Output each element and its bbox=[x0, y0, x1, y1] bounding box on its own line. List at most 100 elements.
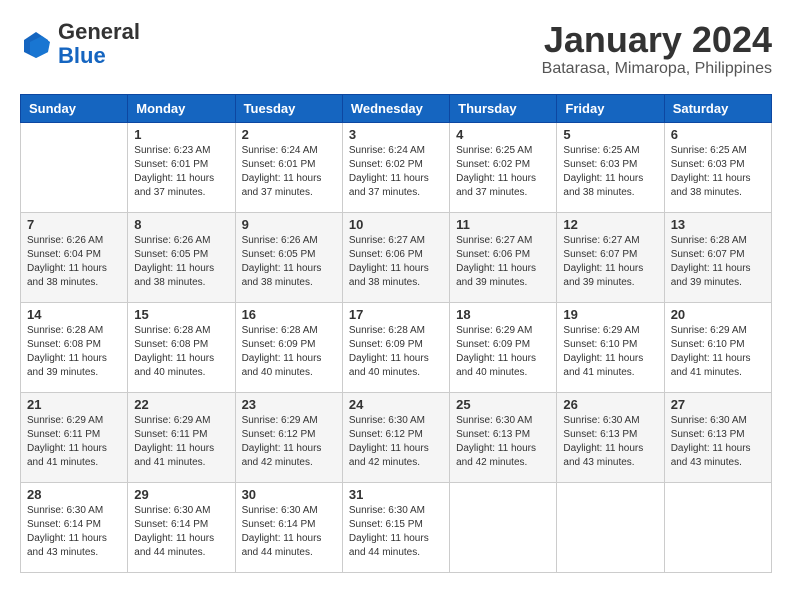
day-detail: Sunrise: 6:30 AMSunset: 6:14 PMDaylight:… bbox=[27, 504, 121, 560]
day-detail: Sunrise: 6:30 AMSunset: 6:13 PMDaylight:… bbox=[563, 414, 657, 470]
day-cell: 27Sunrise: 6:30 AMSunset: 6:13 PMDayligh… bbox=[664, 392, 771, 482]
day-number: 30 bbox=[242, 487, 336, 502]
day-detail: Sunrise: 6:29 AMSunset: 6:10 PMDaylight:… bbox=[671, 324, 765, 380]
day-cell bbox=[557, 482, 664, 572]
day-detail: Sunrise: 6:28 AMSunset: 6:09 PMDaylight:… bbox=[242, 324, 336, 380]
day-cell: 12Sunrise: 6:27 AMSunset: 6:07 PMDayligh… bbox=[557, 212, 664, 302]
day-cell: 9Sunrise: 6:26 AMSunset: 6:05 PMDaylight… bbox=[235, 212, 342, 302]
calendar-table: SundayMondayTuesdayWednesdayThursdayFrid… bbox=[20, 94, 772, 573]
week-row-2: 14 Sunrise: 6:28 AMSunset: 6:08 PMDayligh… bbox=[21, 302, 772, 392]
day-number: 20 bbox=[671, 307, 765, 322]
day-detail: Sunrise: 6:30 AMSunset: 6:14 PMDaylight:… bbox=[134, 504, 228, 560]
day-detail: Sunrise: 6:30 AMSunset: 6:14 PMDaylight:… bbox=[242, 504, 336, 560]
page-header: General Blue January 2024 Batarasa, Mima… bbox=[20, 20, 772, 78]
week-row-3: 21 Sunrise: 6:29 AMSunset: 6:11 PMDayligh… bbox=[21, 392, 772, 482]
day-detail: Sunrise: 6:30 AMSunset: 6:15 PMDaylight:… bbox=[349, 504, 443, 560]
week-row-4: 28Sunrise: 6:30 AMSunset: 6:14 PMDayligh… bbox=[21, 482, 772, 572]
day-cell: 28Sunrise: 6:30 AMSunset: 6:14 PMDayligh… bbox=[21, 482, 128, 572]
day-detail: Sunrise: 6:29 AMSunset: 6:12 PMDaylight:… bbox=[242, 414, 336, 470]
day-cell: 22Sunrise: 6:29 AMSunset: 6:11 PMDayligh… bbox=[128, 392, 235, 482]
header-wednesday: Wednesday bbox=[342, 94, 449, 122]
location: Batarasa, Mimaropa, Philippines bbox=[542, 60, 772, 78]
week-row-0: 1Sunrise: 6:23 AMSunset: 6:01 PMDaylight… bbox=[21, 122, 772, 212]
header-row: SundayMondayTuesdayWednesdayThursdayFrid… bbox=[21, 94, 772, 122]
day-number: 25 bbox=[456, 397, 550, 412]
day-detail: Sunrise: 6:29 AMSunset: 6:10 PMDaylight:… bbox=[563, 324, 657, 380]
day-cell: 29 Sunrise: 6:30 AMSunset: 6:14 PMDayligh… bbox=[128, 482, 235, 572]
day-number: 11 bbox=[456, 217, 550, 232]
day-cell: 25 Sunrise: 6:30 AMSunset: 6:13 PMDayligh… bbox=[450, 392, 557, 482]
day-number: 26 bbox=[563, 397, 657, 412]
day-number: 13 bbox=[671, 217, 765, 232]
logo: General Blue bbox=[20, 20, 140, 68]
day-number: 27 bbox=[671, 397, 765, 412]
day-detail: Sunrise: 6:28 AMSunset: 6:08 PMDaylight:… bbox=[134, 324, 228, 380]
day-number: 10 bbox=[349, 217, 443, 232]
logo-blue: Blue bbox=[58, 43, 106, 68]
title-block: January 2024 Batarasa, Mimaropa, Philipp… bbox=[542, 20, 772, 78]
day-number: 6 bbox=[671, 127, 765, 142]
day-cell: 19 Sunrise: 6:29 AMSunset: 6:10 PMDayligh… bbox=[557, 302, 664, 392]
day-cell: 7 Sunrise: 6:26 AMSunset: 6:04 PMDaylight… bbox=[21, 212, 128, 302]
header-thursday: Thursday bbox=[450, 94, 557, 122]
day-detail: Sunrise: 6:28 AMSunset: 6:07 PMDaylight:… bbox=[671, 234, 765, 290]
day-cell: 16 Sunrise: 6:28 AMSunset: 6:09 PMDayligh… bbox=[235, 302, 342, 392]
day-cell bbox=[21, 122, 128, 212]
day-detail: Sunrise: 6:28 AMSunset: 6:08 PMDaylight:… bbox=[27, 324, 121, 380]
day-detail: Sunrise: 6:25 AMSunset: 6:02 PMDaylight:… bbox=[456, 144, 550, 200]
day-detail: Sunrise: 6:24 AMSunset: 6:01 PMDaylight:… bbox=[242, 144, 336, 200]
day-number: 8 bbox=[134, 217, 228, 232]
header-monday: Monday bbox=[128, 94, 235, 122]
day-detail: Sunrise: 6:26 AMSunset: 6:04 PMDaylight:… bbox=[27, 234, 121, 290]
day-cell: 15 Sunrise: 6:28 AMSunset: 6:08 PMDayligh… bbox=[128, 302, 235, 392]
day-number: 14 bbox=[27, 307, 121, 322]
day-detail: Sunrise: 6:27 AMSunset: 6:06 PMDaylight:… bbox=[349, 234, 443, 290]
day-cell: 1Sunrise: 6:23 AMSunset: 6:01 PMDaylight… bbox=[128, 122, 235, 212]
day-number: 16 bbox=[242, 307, 336, 322]
day-cell bbox=[664, 482, 771, 572]
day-cell: 18Sunrise: 6:29 AMSunset: 6:09 PMDayligh… bbox=[450, 302, 557, 392]
day-cell: 5 Sunrise: 6:25 AMSunset: 6:03 PMDaylight… bbox=[557, 122, 664, 212]
header-friday: Friday bbox=[557, 94, 664, 122]
day-cell bbox=[450, 482, 557, 572]
day-detail: Sunrise: 6:27 AMSunset: 6:06 PMDaylight:… bbox=[456, 234, 550, 290]
day-cell: 21 Sunrise: 6:29 AMSunset: 6:11 PMDayligh… bbox=[21, 392, 128, 482]
header-saturday: Saturday bbox=[664, 94, 771, 122]
day-number: 17 bbox=[349, 307, 443, 322]
day-number: 5 bbox=[563, 127, 657, 142]
day-cell: 11 Sunrise: 6:27 AMSunset: 6:06 PMDayligh… bbox=[450, 212, 557, 302]
day-cell: 3Sunrise: 6:24 AMSunset: 6:02 PMDaylight… bbox=[342, 122, 449, 212]
day-cell: 23 Sunrise: 6:29 AMSunset: 6:12 PMDayligh… bbox=[235, 392, 342, 482]
day-detail: Sunrise: 6:29 AMSunset: 6:11 PMDaylight:… bbox=[134, 414, 228, 470]
day-number: 7 bbox=[27, 217, 121, 232]
day-detail: Sunrise: 6:27 AMSunset: 6:07 PMDaylight:… bbox=[563, 234, 657, 290]
day-cell: 20 Sunrise: 6:29 AMSunset: 6:10 PMDayligh… bbox=[664, 302, 771, 392]
day-cell: 30 Sunrise: 6:30 AMSunset: 6:14 PMDayligh… bbox=[235, 482, 342, 572]
day-number: 24 bbox=[349, 397, 443, 412]
day-number: 9 bbox=[242, 217, 336, 232]
day-detail: Sunrise: 6:30 AMSunset: 6:13 PMDaylight:… bbox=[456, 414, 550, 470]
day-detail: Sunrise: 6:30 AMSunset: 6:12 PMDaylight:… bbox=[349, 414, 443, 470]
day-detail: Sunrise: 6:25 AMSunset: 6:03 PMDaylight:… bbox=[671, 144, 765, 200]
day-cell: 31Sunrise: 6:30 AMSunset: 6:15 PMDayligh… bbox=[342, 482, 449, 572]
logo-text: General Blue bbox=[58, 20, 140, 68]
day-number: 29 bbox=[134, 487, 228, 502]
logo-icon bbox=[20, 28, 52, 60]
day-cell: 24 Sunrise: 6:30 AMSunset: 6:12 PMDayligh… bbox=[342, 392, 449, 482]
month-title: January 2024 bbox=[542, 20, 772, 60]
day-number: 19 bbox=[563, 307, 657, 322]
day-cell: 10 Sunrise: 6:27 AMSunset: 6:06 PMDayligh… bbox=[342, 212, 449, 302]
header-tuesday: Tuesday bbox=[235, 94, 342, 122]
day-detail: Sunrise: 6:26 AMSunset: 6:05 PMDaylight:… bbox=[134, 234, 228, 290]
day-detail: Sunrise: 6:29 AMSunset: 6:11 PMDaylight:… bbox=[27, 414, 121, 470]
day-cell: 6 Sunrise: 6:25 AMSunset: 6:03 PMDaylight… bbox=[664, 122, 771, 212]
header-sunday: Sunday bbox=[21, 94, 128, 122]
day-number: 18 bbox=[456, 307, 550, 322]
day-number: 23 bbox=[242, 397, 336, 412]
day-number: 21 bbox=[27, 397, 121, 412]
day-detail: Sunrise: 6:23 AMSunset: 6:01 PMDaylight:… bbox=[134, 144, 228, 200]
day-number: 15 bbox=[134, 307, 228, 322]
day-number: 3 bbox=[349, 127, 443, 142]
day-detail: Sunrise: 6:25 AMSunset: 6:03 PMDaylight:… bbox=[563, 144, 657, 200]
day-cell: 13 Sunrise: 6:28 AMSunset: 6:07 PMDayligh… bbox=[664, 212, 771, 302]
